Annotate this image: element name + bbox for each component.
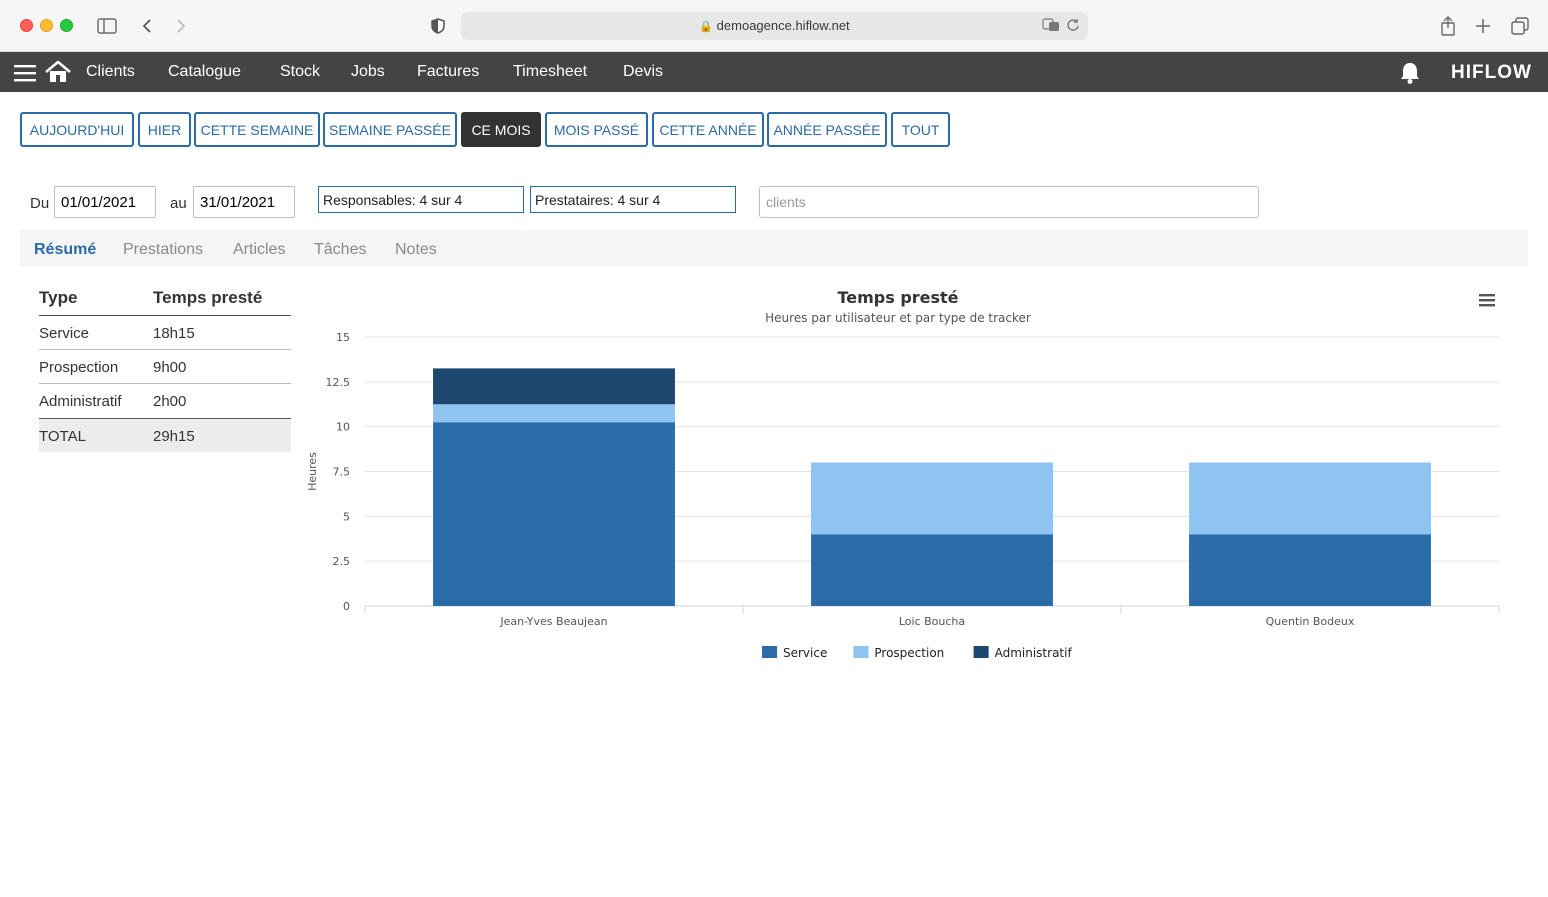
- legend-swatch: [853, 646, 869, 658]
- chart-svg: Temps presté Heures par utilisateur et pa…: [306, 288, 1500, 660]
- nav-timesheet[interactable]: Timesheet: [513, 63, 587, 81]
- privacy-shield-icon[interactable]: [426, 14, 450, 38]
- bar-segment-service: [811, 534, 1053, 606]
- tab-notes[interactable]: Notes: [395, 241, 437, 259]
- clients-input[interactable]: clients: [759, 186, 1259, 218]
- legend-swatch: [973, 646, 989, 658]
- summary-header: Type Temps presté: [39, 282, 291, 316]
- time-chart: Temps presté Heures par utilisateur et pa…: [300, 280, 1528, 680]
- header-time: Temps presté: [153, 288, 263, 307]
- tab-resume[interactable]: Résumé: [34, 241, 96, 259]
- close-window-button[interactable]: [20, 19, 33, 32]
- bar-segment-administratif: [433, 368, 675, 405]
- zoom-window-button[interactable]: [60, 19, 73, 32]
- summary-table: Type Temps presté Service 18h15 Prospect…: [39, 282, 291, 452]
- sidebar-toggle-icon[interactable]: [95, 14, 119, 38]
- tab-articles[interactable]: Articles: [233, 241, 285, 259]
- hamburger-menu-icon[interactable]: [14, 64, 36, 87]
- table-row: Administratif 2h00: [39, 384, 291, 418]
- to-label: au: [170, 195, 187, 212]
- chart-subtitle: Heures par utilisateur et par type de tr…: [765, 311, 1031, 325]
- nav-devis[interactable]: Devis: [623, 63, 663, 81]
- responsables-select[interactable]: Responsables: 4 sur 4: [318, 186, 524, 213]
- legend-label: Administratif: [995, 646, 1073, 660]
- bell-icon[interactable]: [1399, 61, 1421, 90]
- header-type: Type: [39, 288, 78, 307]
- period-today-button[interactable]: AUJOURD'HUI: [20, 112, 134, 147]
- address-bar[interactable]: 🔒 demoagence.hiflow.net: [461, 12, 1088, 40]
- bar-segment-prospection: [433, 404, 675, 423]
- browser-toolbar: 🔒 demoagence.hiflow.net: [0, 0, 1548, 52]
- total-row: TOTAL 29h15: [39, 418, 291, 452]
- tab-bar: Résumé Prestations Articles Tâches Notes: [20, 230, 1528, 266]
- app-navbar: Clients Catalogue Stock Jobs Factures Ti…: [0, 52, 1548, 92]
- period-this-month-button[interactable]: CE MOIS: [461, 112, 541, 147]
- share-icon[interactable]: [1436, 14, 1460, 38]
- x-tick-label: Loic Boucha: [899, 615, 965, 628]
- tab-overview-icon[interactable]: [1508, 14, 1532, 38]
- nav-jobs[interactable]: Jobs: [351, 63, 385, 81]
- reload-icon[interactable]: [1066, 18, 1080, 37]
- period-this-week-button[interactable]: CETTE SEMAINE: [194, 112, 320, 147]
- y-tick-label: 15: [336, 331, 350, 344]
- y-tick-label: 2.5: [333, 555, 351, 568]
- period-last-week-button[interactable]: SEMAINE PASSÉE: [323, 112, 457, 147]
- bar-segment-service: [1189, 534, 1431, 606]
- new-tab-icon[interactable]: [1471, 14, 1495, 38]
- period-last-month-button[interactable]: MOIS PASSÉ: [545, 112, 648, 147]
- prestataires-select[interactable]: Prestataires: 4 sur 4: [530, 186, 736, 213]
- bar-segment-service: [433, 422, 675, 606]
- minimize-window-button[interactable]: [40, 19, 53, 32]
- url-text: 🔒 demoagence.hiflow.net: [699, 18, 850, 33]
- legend-label: Service: [783, 646, 827, 660]
- legend-swatch: [762, 646, 777, 658]
- translate-icon[interactable]: [1042, 18, 1060, 37]
- nav-catalogue[interactable]: Catalogue: [168, 63, 241, 81]
- y-tick-label: 12.5: [326, 376, 351, 389]
- y-axis-label: Heures: [306, 452, 319, 491]
- legend-label: Prospection: [874, 646, 944, 660]
- nav-stock[interactable]: Stock: [280, 63, 320, 81]
- row-type: Prospection: [39, 359, 119, 376]
- period-yesterday-button[interactable]: HIER: [138, 112, 191, 147]
- y-tick-label: 0: [343, 600, 350, 613]
- period-this-year-button[interactable]: CETTE ANNÉE: [652, 112, 764, 147]
- total-label: TOTAL: [39, 428, 86, 445]
- tab-taches[interactable]: Tâches: [314, 241, 366, 259]
- table-row: Service 18h15: [39, 316, 291, 350]
- tab-prestations[interactable]: Prestations: [123, 241, 203, 259]
- period-last-year-button[interactable]: ANNÉE PASSÉE: [767, 112, 887, 147]
- chart-title: Temps presté: [837, 288, 958, 307]
- bar-segment-prospection: [1189, 462, 1431, 535]
- forward-icon[interactable]: [169, 14, 193, 38]
- nav-factures[interactable]: Factures: [417, 63, 479, 81]
- table-row: Prospection 9h00: [39, 350, 291, 384]
- row-time: 9h00: [153, 359, 187, 376]
- x-tick-label: Jean-Yves Beaujean: [499, 615, 607, 628]
- period-all-button[interactable]: TOUT: [891, 112, 950, 147]
- y-tick-label: 10: [336, 421, 350, 434]
- from-label: Du: [30, 195, 50, 212]
- row-time: 18h15: [153, 325, 195, 342]
- home-icon[interactable]: [44, 60, 72, 89]
- to-date-input[interactable]: 31/01/2021: [193, 186, 295, 218]
- total-value: 29h15: [153, 428, 195, 445]
- bar-segment-prospection: [811, 462, 1053, 535]
- y-tick-label: 7.5: [333, 466, 351, 479]
- lock-icon: 🔒: [699, 21, 714, 33]
- row-type: Service: [39, 325, 90, 342]
- from-date-input[interactable]: 01/01/2021: [54, 186, 156, 218]
- nav-clients[interactable]: Clients: [86, 63, 135, 81]
- hiflow-logo[interactable]: HIFLOW: [1451, 62, 1532, 84]
- back-icon[interactable]: [135, 14, 159, 38]
- row-type: Administratif: [39, 393, 122, 410]
- row-time: 2h00: [153, 393, 187, 410]
- y-tick-label: 5: [343, 510, 350, 523]
- x-tick-label: Quentin Bodeux: [1266, 615, 1355, 628]
